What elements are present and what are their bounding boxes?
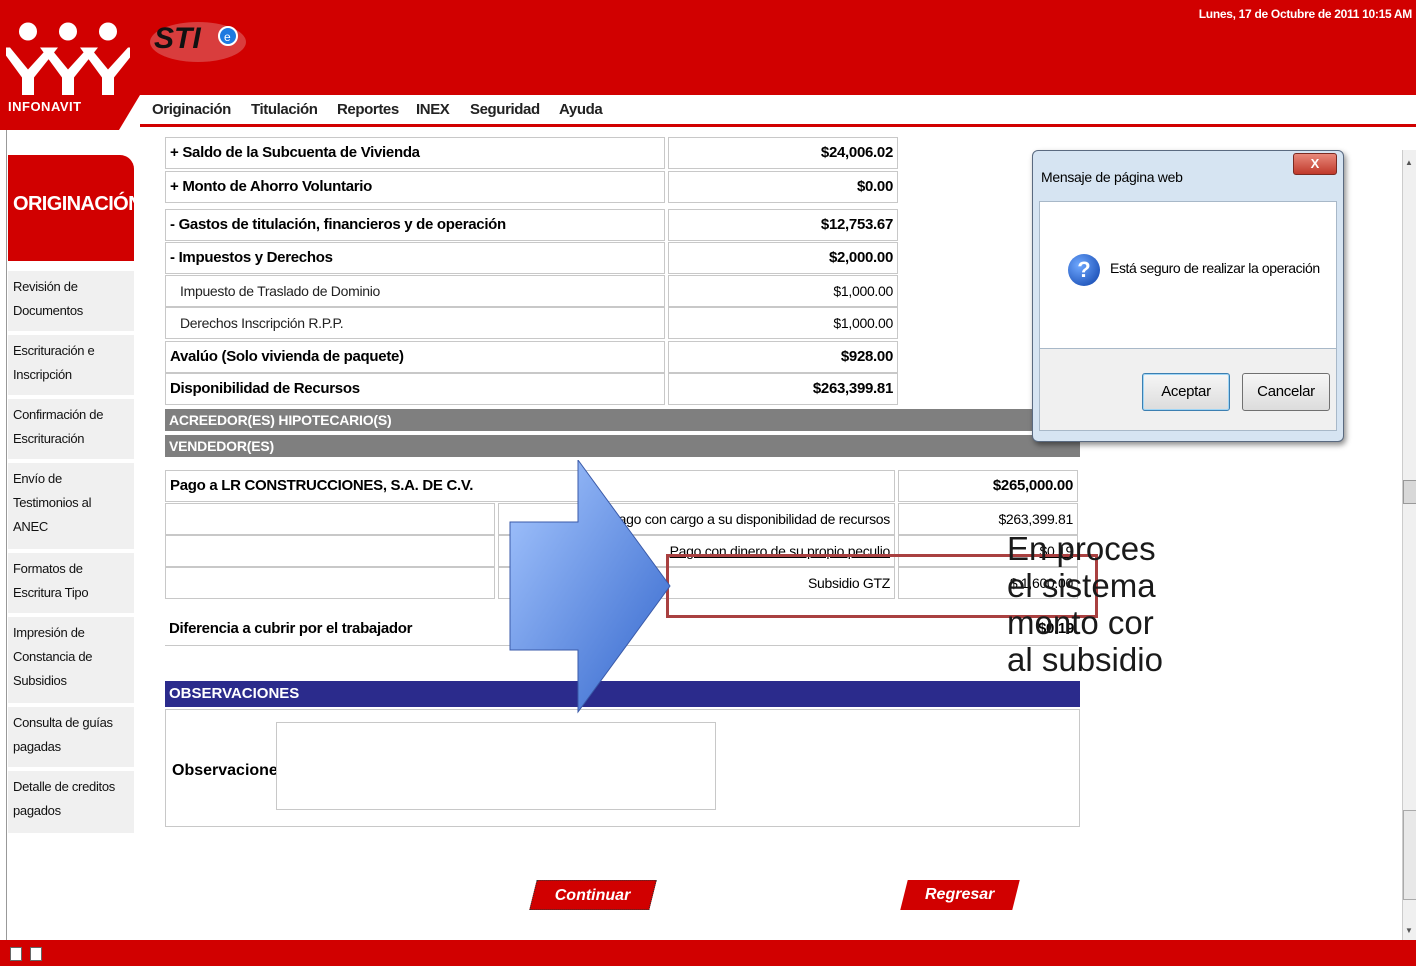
row-value: $0.00: [668, 171, 898, 203]
logo-base: INFONAVIT: [0, 95, 140, 130]
dialog-message: Está seguro de realizar la operación: [1110, 260, 1320, 276]
scroll-down-icon[interactable]: ▼: [1405, 926, 1413, 935]
accept-button[interactable]: Aceptar: [1142, 373, 1230, 411]
sti-logo-text: STI: [154, 22, 201, 55]
empty-cell: [165, 503, 495, 535]
menu-titulacion[interactable]: Titulación: [251, 101, 318, 118]
app-header: STI e Lunes, 17 de Octubre de 2011 10:15…: [0, 0, 1416, 110]
sidebar-item-escrituracion[interactable]: Escrituración e Inscripción: [8, 335, 134, 397]
row-label: Avalúo (Solo vivienda de paquete): [165, 341, 665, 373]
row-label: Impuesto de Traslado de Dominio: [165, 275, 665, 307]
dialog-title: Mensaje de página web: [1041, 169, 1183, 185]
sidebar-item-confirmacion[interactable]: Confirmación de Escrituración: [8, 399, 134, 461]
sti-logo: STI e: [150, 22, 246, 62]
dialog-body: ? Está seguro de realizar la operación: [1039, 201, 1337, 349]
cancel-button[interactable]: Cancelar: [1242, 373, 1330, 411]
sidebar-item-revision-documentos[interactable]: Revisión de Documentos: [8, 271, 134, 333]
menu-reportes[interactable]: Reportes: [337, 101, 399, 118]
menu-ayuda[interactable]: Ayuda: [559, 101, 603, 118]
page-icon[interactable]: [30, 947, 42, 961]
dialog-footer: Aceptar Cancelar: [1039, 349, 1337, 431]
svg-text:e: e: [224, 30, 231, 44]
row-value: $1,000.00: [668, 275, 898, 307]
sidebar-item-detalle-creditos[interactable]: Detalle de creditos pagados: [8, 771, 134, 835]
scrollbar-thumb[interactable]: [1403, 480, 1416, 504]
regresar-button[interactable]: Regresar: [900, 880, 1020, 910]
row-value: $24,006.02: [668, 137, 898, 169]
sidebar-item-consulta-guias[interactable]: Consulta de guías pagadas: [8, 707, 134, 769]
regresar-label: Regresar: [925, 886, 995, 903]
scroll-up-icon[interactable]: ▲: [1405, 158, 1413, 167]
observaciones-box: Observaciones: [165, 709, 1080, 827]
sidebar-item-formatos[interactable]: Formatos de Escritura Tipo: [8, 553, 134, 615]
sidebar-title-label: ORIGINACIÓN: [13, 193, 143, 215]
row-label: Disponibilidad de Recursos: [165, 373, 665, 405]
sidebar-item-impresion-constancia[interactable]: Impresión de Constancia de Subsidios: [8, 617, 134, 705]
logo-text: INFONAVIT: [8, 99, 82, 114]
main-menu: Originación Titulación Reportes INEX Seg…: [140, 95, 1416, 127]
menu-inex[interactable]: INEX: [416, 101, 450, 118]
row-label: + Monto de Ahorro Voluntario: [165, 171, 665, 203]
home-icon[interactable]: [10, 947, 22, 961]
arrow-right-icon: [509, 460, 671, 714]
scrollbar-track-segment[interactable]: [1403, 810, 1416, 900]
row-value: $263,399.81: [668, 373, 898, 405]
page-left-border: [6, 130, 7, 940]
vendedores-header: VENDEDOR(ES): [165, 435, 1080, 457]
confirm-dialog: Mensaje de página web X ? Está seguro de…: [1032, 150, 1344, 442]
sidebar-item-envio-testimonios[interactable]: Envío de Testimonios al ANEC: [8, 463, 134, 551]
continuar-button[interactable]: Continuar: [529, 880, 657, 910]
acreedores-header: ACREEDOR(ES) HIPOTECARIO(S): [165, 409, 1080, 431]
row-label: Derechos Inscripción R.P.P.: [165, 307, 665, 339]
row-value: $928.00: [668, 341, 898, 373]
menu-seguridad[interactable]: Seguridad: [470, 101, 540, 118]
row-label: + Saldo de la Subcuenta de Vivienda: [165, 137, 665, 169]
observaciones-textarea[interactable]: [276, 722, 716, 810]
row-value: $1,000.00: [668, 307, 898, 339]
question-icon: ?: [1068, 254, 1100, 286]
row-label: - Gastos de titulación, financieros y de…: [165, 209, 665, 241]
close-icon[interactable]: X: [1293, 153, 1337, 175]
continuar-label: Continuar: [554, 887, 631, 904]
menu-originacion[interactable]: Originación: [152, 101, 231, 118]
pago-value: $265,000.00: [898, 470, 1078, 502]
datetime-label: Lunes, 17 de Octubre de 2011 10:15 AM: [1198, 7, 1413, 21]
vertical-scrollbar[interactable]: ▲ ▼: [1402, 150, 1416, 940]
slide-caption: En proces el sistema monto cor al subsid…: [1007, 530, 1163, 678]
sidebar-title: ORIGINACIÓN: [8, 155, 143, 261]
row-label: - Impuestos y Derechos: [165, 242, 665, 274]
row-value: $2,000.00: [668, 242, 898, 274]
row-value: $12,753.67: [668, 209, 898, 241]
empty-cell: [165, 535, 495, 567]
empty-cell: [165, 567, 495, 599]
observaciones-label: Observaciones: [172, 762, 287, 779]
app-footer: [0, 940, 1416, 966]
